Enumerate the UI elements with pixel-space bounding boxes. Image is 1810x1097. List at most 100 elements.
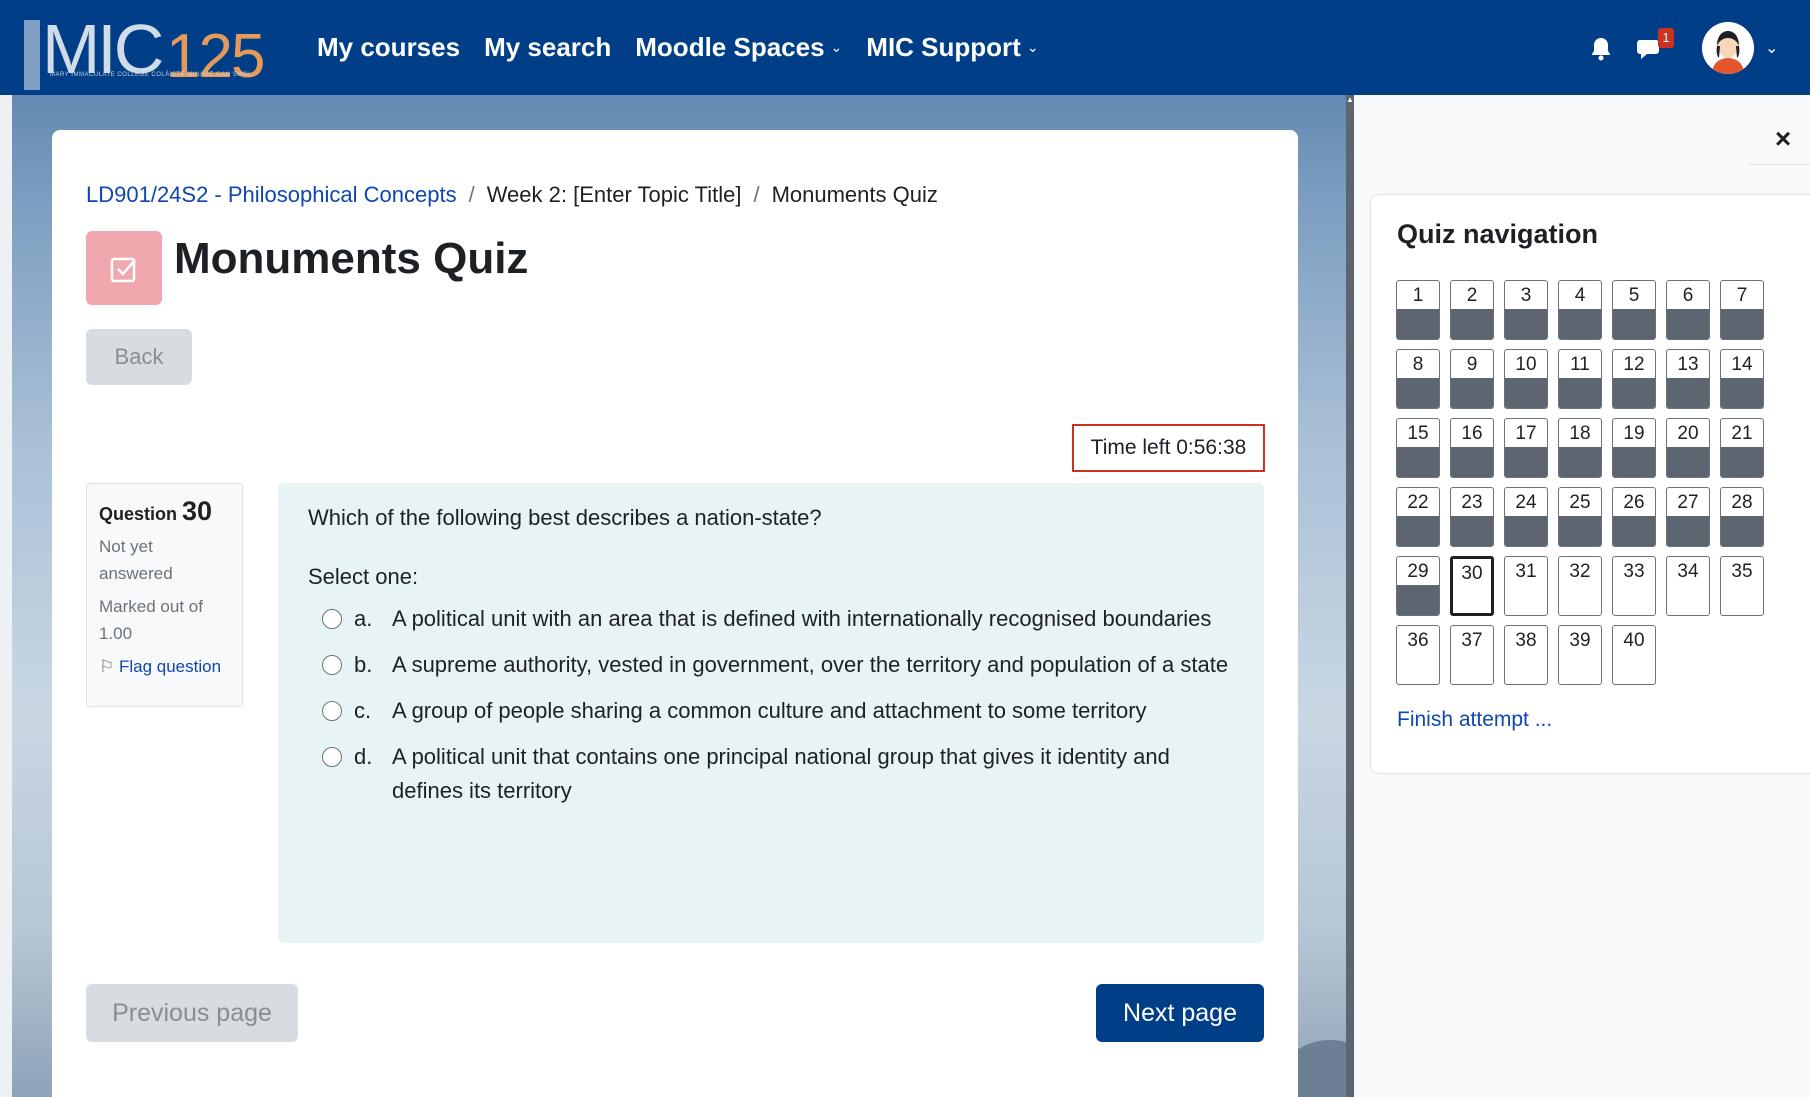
answered-indicator	[1451, 447, 1493, 477]
question-nav-button-1[interactable]: 1	[1396, 280, 1440, 340]
question-nav-number: 26	[1623, 492, 1645, 513]
radio-button[interactable]	[322, 701, 342, 721]
vertical-scrollbar[interactable]	[1346, 95, 1354, 1097]
answered-indicator	[1667, 447, 1709, 477]
question-nav-button-13[interactable]: 13	[1666, 349, 1710, 409]
question-nav-button-27[interactable]: 27	[1666, 487, 1710, 547]
answer-option-c[interactable]: c. A group of people sharing a common cu…	[308, 694, 1234, 728]
primary-navigation: My courses My search Moodle Spaces ⌄ MIC …	[317, 0, 1063, 95]
radio-button[interactable]	[322, 655, 342, 675]
avatar[interactable]	[1702, 22, 1754, 74]
question-status: Not yet answered	[99, 533, 230, 587]
question-nav-button-31[interactable]: 31	[1504, 556, 1548, 616]
nav-label: Moodle Spaces	[635, 32, 825, 62]
question-nav-number: 14	[1731, 354, 1753, 375]
option-text: A political unit with an area that is de…	[392, 606, 1212, 631]
question-nav-number: 38	[1515, 630, 1537, 651]
previous-page-button[interactable]: Previous page	[86, 984, 298, 1042]
option-letter: d.	[354, 744, 373, 769]
question-nav-button-6[interactable]: 6	[1666, 280, 1710, 340]
scroll-up-arrow-icon[interactable]: ▲	[1346, 95, 1354, 107]
question-nav-number: 22	[1407, 492, 1429, 513]
nav-my-search[interactable]: My search	[484, 32, 611, 63]
question-nav-button-7[interactable]: 7	[1720, 280, 1764, 340]
question-nav-button-11[interactable]: 11	[1558, 349, 1602, 409]
question-nav-button-35[interactable]: 35	[1720, 556, 1764, 616]
question-nav-button-5[interactable]: 5	[1612, 280, 1656, 340]
back-button[interactable]: Back	[86, 329, 192, 385]
question-nav-button-16[interactable]: 16	[1450, 418, 1494, 478]
answered-indicator	[1397, 516, 1439, 546]
question-label: Question	[99, 504, 178, 524]
question-number: Question 30	[99, 496, 230, 527]
question-nav-button-15[interactable]: 15	[1396, 418, 1440, 478]
question-nav-button-36[interactable]: 36	[1396, 625, 1440, 685]
flag-question-link[interactable]: ⚐ Flag question	[99, 657, 230, 677]
breadcrumb-separator: /	[753, 182, 760, 207]
question-nav-button-39[interactable]: 39	[1558, 625, 1602, 685]
close-icon[interactable]: ×	[1766, 122, 1800, 156]
answered-indicator	[1613, 378, 1655, 408]
question-nav-button-40[interactable]: 40	[1612, 625, 1656, 685]
drawer-header-divider	[1748, 164, 1810, 165]
question-nav-button-17[interactable]: 17	[1504, 418, 1548, 478]
mark-line: 1.00	[99, 624, 133, 643]
radio-button[interactable]	[322, 747, 342, 767]
question-nav-button-28[interactable]: 28	[1720, 487, 1764, 547]
question-nav-button-30[interactable]: 30	[1450, 556, 1494, 616]
answered-indicator	[1559, 516, 1601, 546]
question-nav-button-9[interactable]: 9	[1450, 349, 1494, 409]
answered-indicator	[1451, 378, 1493, 408]
page-title: Monuments Quiz	[174, 234, 529, 283]
bell-icon[interactable]	[1589, 36, 1613, 62]
question-nav-button-37[interactable]: 37	[1450, 625, 1494, 685]
question-nav-button-12[interactable]: 12	[1612, 349, 1656, 409]
nav-moodle-spaces[interactable]: Moodle Spaces ⌄	[635, 32, 842, 63]
answered-indicator	[1721, 309, 1763, 339]
next-page-button[interactable]: Next page	[1096, 984, 1264, 1042]
question-nav-button-24[interactable]: 24	[1504, 487, 1548, 547]
question-nav-button-34[interactable]: 34	[1666, 556, 1710, 616]
radio-button[interactable]	[322, 609, 342, 629]
breadcrumb-course-link[interactable]: LD901/24S2 - Philosophical Concepts	[86, 182, 457, 208]
question-nav-button-33[interactable]: 33	[1612, 556, 1656, 616]
question-nav-button-22[interactable]: 22	[1396, 487, 1440, 547]
question-nav-button-26[interactable]: 26	[1612, 487, 1656, 547]
question-nav-button-38[interactable]: 38	[1504, 625, 1548, 685]
site-logo[interactable]: MIC 125 MARY IMMACULATE COLLEGE COLÁISTE…	[18, 6, 268, 92]
question-nav-button-23[interactable]: 23	[1450, 487, 1494, 547]
question-nav-button-18[interactable]: 18	[1558, 418, 1602, 478]
answer-option-d[interactable]: d. A political unit that contains one pr…	[308, 740, 1234, 808]
question-nav-button-25[interactable]: 25	[1558, 487, 1602, 547]
question-nav-button-8[interactable]: 8	[1396, 349, 1440, 409]
question-nav-button-3[interactable]: 3	[1504, 280, 1548, 340]
question-nav-button-2[interactable]: 2	[1450, 280, 1494, 340]
question-nav-button-29[interactable]: 29	[1396, 556, 1440, 616]
nav-mic-support[interactable]: MIC Support ⌄	[866, 32, 1038, 63]
option-letter: b.	[354, 652, 373, 677]
chevron-down-icon[interactable]: ⌄	[1765, 38, 1778, 58]
nav-my-courses[interactable]: My courses	[317, 32, 460, 63]
answered-indicator	[1559, 309, 1601, 339]
question-info-panel: Question 30 Not yet answered Marked out o…	[86, 483, 243, 707]
answer-option-a[interactable]: a. A political unit with an area that is…	[308, 602, 1234, 636]
finish-attempt-link[interactable]: Finish attempt ...	[1397, 708, 1552, 732]
question-nav-button-32[interactable]: 32	[1558, 556, 1602, 616]
question-nav-button-10[interactable]: 10	[1504, 349, 1548, 409]
answered-indicator	[1451, 516, 1493, 546]
question-nav-number: 1	[1412, 285, 1424, 306]
question-nav-number: 12	[1623, 354, 1645, 375]
answered-indicator	[1397, 378, 1439, 408]
breadcrumb-separator: /	[468, 182, 475, 207]
question-nav-number: 16	[1461, 423, 1483, 444]
breadcrumb-section[interactable]: Week 2: [Enter Topic Title]	[487, 182, 742, 208]
question-nav-button-4[interactable]: 4	[1558, 280, 1602, 340]
breadcrumb-current: Monuments Quiz	[771, 182, 938, 207]
question-nav-button-20[interactable]: 20	[1666, 418, 1710, 478]
question-nav-button-19[interactable]: 19	[1612, 418, 1656, 478]
question-nav-button-21[interactable]: 21	[1720, 418, 1764, 478]
question-nav-button-14[interactable]: 14	[1720, 349, 1764, 409]
answered-indicator	[1721, 447, 1763, 477]
question-nav-number: 24	[1515, 492, 1537, 513]
answer-option-b[interactable]: b. A supreme authority, vested in govern…	[308, 648, 1234, 682]
